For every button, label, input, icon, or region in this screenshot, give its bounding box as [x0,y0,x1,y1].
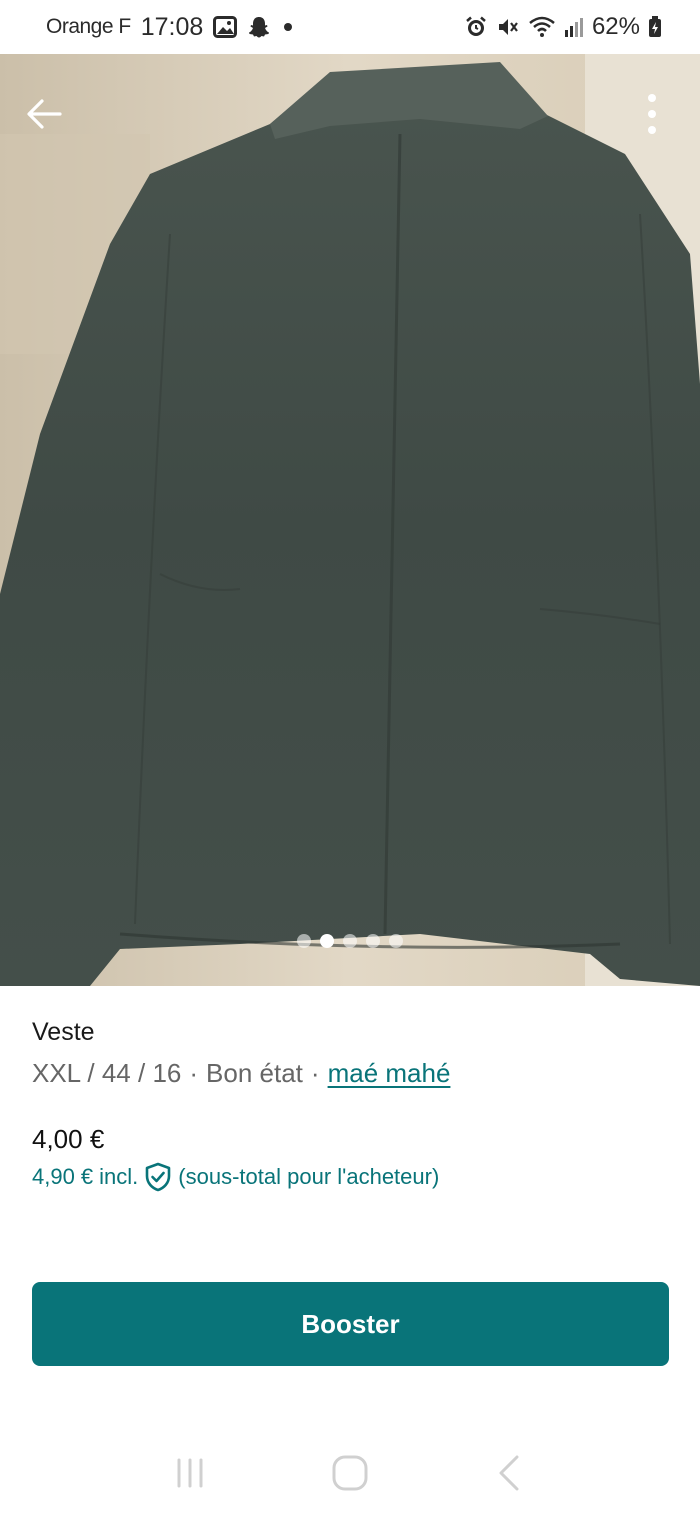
more-options-button[interactable] [622,84,682,144]
buyer-protection-price[interactable]: 4,90 € incl. (sous-total pour l'acheteur… [32,1162,439,1192]
listing-size: XXL / 44 / 16 [32,1058,182,1088]
dot-icon [281,20,295,34]
signal-icon [564,16,584,38]
listing-meta: XXL / 44 / 16 · Bon état · maé mahé [32,1058,672,1089]
carousel-indicator [0,934,700,948]
meta-separator: · [310,1058,320,1088]
battery-percentage: 62% [591,13,640,40]
carousel-dot[interactable] [343,934,357,948]
jacket-photo [0,54,700,986]
mute-icon [496,15,520,39]
chevron-left-icon [499,1455,519,1490]
listing-price: 4,00 € [32,1124,105,1154]
listing-title: Veste [32,1018,95,1046]
carousel-dot[interactable] [389,934,403,948]
recent-apps-icon [177,1458,203,1487]
clock: 17:08 [140,12,204,41]
snapchat-icon [247,15,271,39]
status-right: 62% [464,13,662,41]
system-navigation-bar [0,1428,700,1517]
carousel-dot[interactable] [297,934,311,948]
home-icon [332,1455,368,1490]
arrow-left-icon [27,99,62,129]
more-vertical-icon [648,94,656,134]
recent-apps-button[interactable] [160,1443,220,1503]
seller-link[interactable]: maé mahé [328,1058,451,1089]
product-photo-carousel[interactable] [0,54,700,986]
carousel-dot[interactable] [366,934,380,948]
meta-separator: · [189,1058,199,1088]
gallery-icon [213,16,238,38]
listing-details: Veste XXL / 44 / 16 · Bon état · maé mah… [32,1018,672,1089]
home-button[interactable] [320,1443,380,1503]
status-left: Orange F 17:08 [46,13,295,42]
listing-condition: Bon état [206,1058,303,1088]
nav-back-button[interactable] [480,1443,540,1503]
booster-button[interactable]: Booster [32,1282,669,1366]
price-incl-amount: 4,90 € [32,1164,94,1189]
status-bar: Orange F 17:08 62% [0,0,700,54]
price-incl-label: incl. [99,1164,139,1189]
carousel-dot-active[interactable] [320,934,334,948]
alarm-icon [464,15,488,39]
wifi-icon [528,15,556,39]
shield-check-icon [144,1162,172,1192]
battery-icon [648,16,662,38]
price-incl-note: (sous-total pour l'acheteur) [178,1164,440,1189]
carrier-label: Orange F [46,15,131,38]
back-button[interactable] [14,84,74,144]
